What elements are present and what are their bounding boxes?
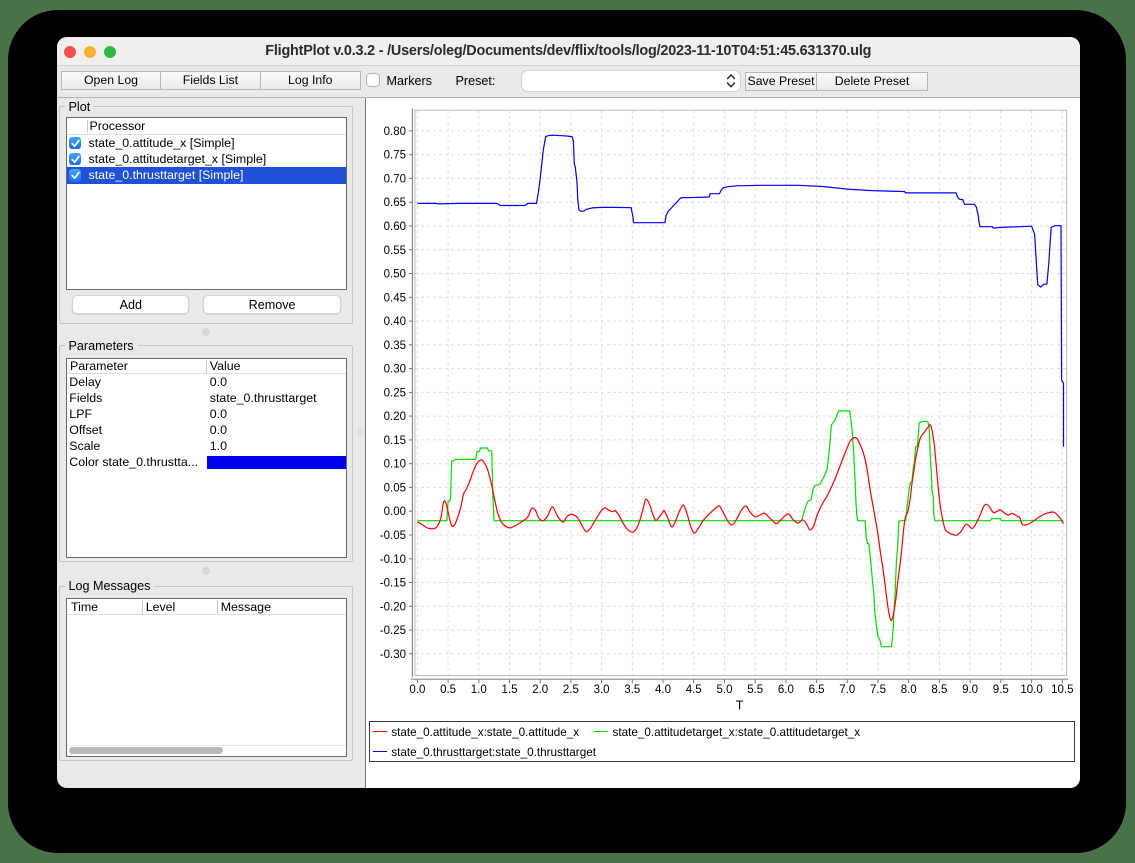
svg-text:10.0: 10.0 — [1020, 684, 1042, 696]
svg-text:0.55: 0.55 — [384, 245, 406, 257]
svg-text:0.35: 0.35 — [384, 340, 406, 352]
svg-text:7.0: 7.0 — [839, 684, 855, 696]
svg-text:0.45: 0.45 — [384, 292, 406, 304]
svg-text:0.30: 0.30 — [384, 364, 406, 376]
svg-text:8.0: 8.0 — [901, 684, 917, 696]
svg-text:-0.25: -0.25 — [380, 625, 406, 637]
svg-text:0.20: 0.20 — [384, 411, 406, 423]
svg-text:1.0: 1.0 — [471, 684, 487, 696]
svg-text:5.5: 5.5 — [747, 684, 763, 696]
svg-text:0.15: 0.15 — [384, 435, 406, 447]
svg-text:0.40: 0.40 — [384, 316, 406, 328]
svg-text:-0.15: -0.15 — [380, 578, 406, 590]
svg-text:6.5: 6.5 — [809, 684, 825, 696]
svg-text:T: T — [736, 699, 744, 713]
svg-text:-0.30: -0.30 — [380, 649, 406, 661]
svg-text:6.0: 6.0 — [778, 684, 794, 696]
svg-text:0.25: 0.25 — [384, 387, 406, 399]
svg-text:2.5: 2.5 — [563, 684, 579, 696]
svg-text:0.05: 0.05 — [384, 482, 406, 494]
svg-text:1.5: 1.5 — [502, 684, 518, 696]
svg-text:3.5: 3.5 — [624, 684, 640, 696]
svg-text:-0.10: -0.10 — [380, 554, 406, 566]
svg-text:8.5: 8.5 — [931, 684, 947, 696]
svg-text:4.0: 4.0 — [655, 684, 671, 696]
svg-text:4.5: 4.5 — [686, 684, 702, 696]
svg-text:7.5: 7.5 — [870, 684, 886, 696]
svg-text:9.5: 9.5 — [993, 684, 1009, 696]
svg-text:0.80: 0.80 — [384, 126, 406, 138]
svg-text:0.65: 0.65 — [384, 197, 406, 209]
svg-text:0.60: 0.60 — [384, 221, 406, 233]
svg-text:3.0: 3.0 — [594, 684, 610, 696]
svg-text:0.00: 0.00 — [384, 506, 406, 518]
svg-text:0.0: 0.0 — [409, 684, 425, 696]
svg-text:2.0: 2.0 — [532, 684, 548, 696]
svg-text:0.5: 0.5 — [440, 684, 456, 696]
svg-text:10.5: 10.5 — [1051, 684, 1073, 696]
svg-text:0.75: 0.75 — [384, 150, 406, 162]
svg-text:9.0: 9.0 — [962, 684, 978, 696]
svg-text:0.10: 0.10 — [384, 459, 406, 471]
svg-text:-0.20: -0.20 — [380, 601, 406, 613]
svg-text:5.0: 5.0 — [717, 684, 733, 696]
svg-text:0.70: 0.70 — [384, 173, 406, 185]
svg-text:-0.05: -0.05 — [380, 530, 406, 542]
svg-text:0.50: 0.50 — [384, 269, 406, 281]
